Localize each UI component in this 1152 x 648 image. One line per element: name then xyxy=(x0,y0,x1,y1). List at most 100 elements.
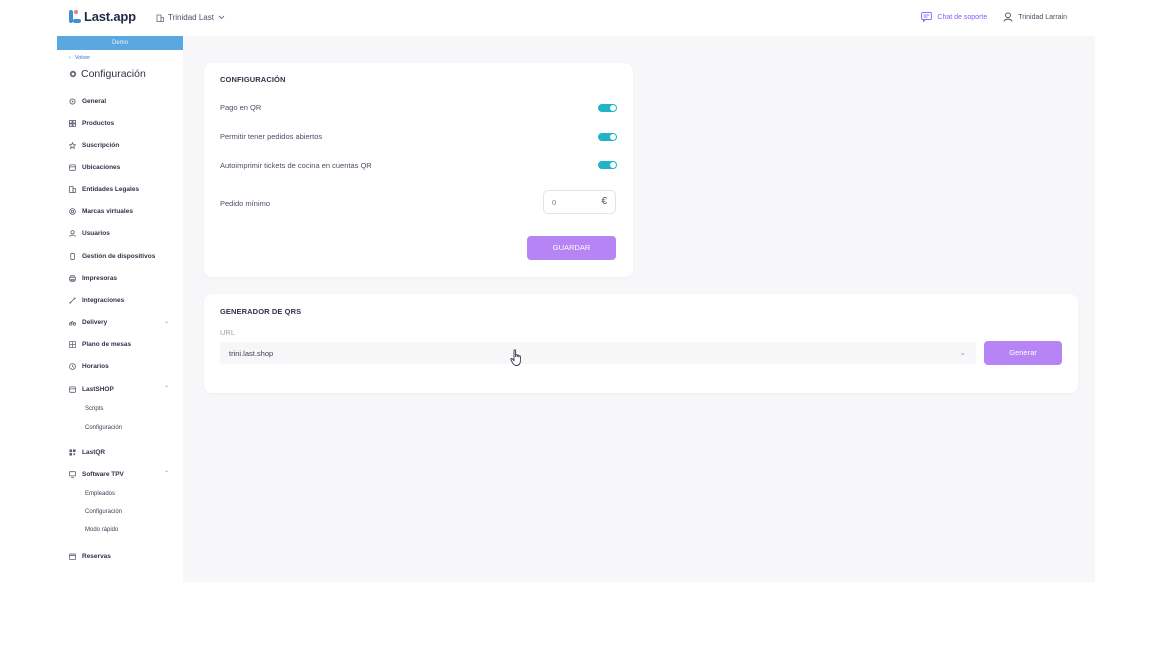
building-icon xyxy=(156,14,164,22)
sidebar-item-label: General xyxy=(82,97,107,105)
support-chat-button[interactable]: Chat de soporte xyxy=(921,12,987,22)
config-card-title: CONFIGURACIÓN xyxy=(220,75,286,84)
url-select-value: trini.last.shop xyxy=(229,349,274,358)
shop-icon xyxy=(69,385,76,393)
chevron-up-icon: ⌃ xyxy=(163,386,169,392)
gear-icon xyxy=(69,97,76,105)
sidebar-subitem-empleados[interactable]: Empleados xyxy=(85,491,115,497)
sidebar-item-label: Ubicaciones xyxy=(82,163,121,171)
euro-icon: € xyxy=(601,196,607,207)
grid-icon xyxy=(69,119,76,127)
table-icon xyxy=(69,340,76,348)
monitor-icon xyxy=(69,470,76,478)
sidebar-item-label: LastQR xyxy=(82,448,106,456)
sidebar-item-impresoras[interactable]: Impresoras xyxy=(69,272,169,284)
save-button[interactable]: GUARDAR xyxy=(527,236,616,260)
chevron-down-icon: ⌄ xyxy=(959,348,966,357)
chevron-left-icon: ‹ xyxy=(69,55,71,61)
sidebar-item-label: Plano de mesas xyxy=(82,340,132,348)
toggle-label-pago-qr: Pago en QR xyxy=(220,103,262,112)
org-name: Trinidad Last xyxy=(168,13,214,22)
sidebar-item-plano-mesas[interactable]: Plano de mesas xyxy=(69,338,169,350)
user-icon xyxy=(1003,12,1013,22)
sidebar-item-delivery[interactable]: Delivery ⌄ xyxy=(69,316,169,328)
url-label: URL xyxy=(220,328,236,337)
chevron-down-icon: ⌄ xyxy=(163,319,169,325)
sidebar-title-text: Configuración xyxy=(81,68,146,80)
qr-icon xyxy=(69,448,76,456)
support-label: Chat de soporte xyxy=(937,13,988,21)
back-label: Volver xyxy=(74,55,91,61)
qr-card-title: GENERADOR DE QRS xyxy=(220,307,302,316)
url-select[interactable]: trini.last.shop ⌄ xyxy=(220,342,976,364)
sidebar-item-label: Entidades Legales xyxy=(82,185,140,193)
printer-icon xyxy=(69,274,76,282)
top-right-actions: Chat de soporte Trinidad Larrain xyxy=(921,12,1067,22)
sidebar-item-label: Software TPV xyxy=(82,470,124,478)
device-icon xyxy=(70,252,75,260)
logo-mark-icon xyxy=(69,10,81,23)
gear-icon xyxy=(69,70,77,78)
qr-generator-card: GENERADOR DE QRS URL trini.last.shop ⌄ G… xyxy=(204,294,1078,393)
calendar-icon xyxy=(69,553,76,560)
sidebar-item-label: LastSHOP xyxy=(82,385,114,393)
user-menu[interactable]: Trinidad Larrain xyxy=(1003,12,1067,22)
org-selector[interactable]: Trinidad Last xyxy=(156,13,225,22)
sidebar-item-lastqr[interactable]: LastQR xyxy=(69,446,169,458)
min-order-value: 0 xyxy=(552,198,557,207)
config-card: CONFIGURACIÓN Pago en QR Permitir tener … xyxy=(204,63,633,277)
chevron-down-icon xyxy=(218,15,225,20)
sidebar: Demo ‹ Volver Configuración General Prod… xyxy=(57,36,183,582)
sidebar-item-usuarios[interactable]: Usuarios xyxy=(69,227,169,239)
sidebar-item-label: Suscripción xyxy=(82,141,120,149)
logo-text: Last.app xyxy=(84,9,136,24)
plug-icon xyxy=(69,296,76,304)
bike-icon xyxy=(69,320,76,326)
sidebar-item-general[interactable]: General xyxy=(69,95,169,107)
sidebar-subitem-tpv-config[interactable]: Configuración xyxy=(85,509,122,515)
min-order-label: Pedido mínimo xyxy=(220,199,271,208)
clock-icon xyxy=(69,362,76,370)
back-link[interactable]: ‹ Volver xyxy=(69,55,90,61)
sidebar-item-gestion-dispositivos[interactable]: Gestión de dispositivos xyxy=(69,250,169,262)
sidebar-item-label: Integraciones xyxy=(82,296,125,304)
sidebar-subitem-modo-rapido[interactable]: Modo rápido xyxy=(85,527,118,533)
sidebar-item-ubicaciones[interactable]: Ubicaciones xyxy=(69,161,169,173)
sidebar-item-suscripcion[interactable]: Suscripción xyxy=(69,139,169,151)
sidebar-item-label: Productos xyxy=(82,119,115,127)
top-bar: Last.app Trinidad Last Chat de soporte T… xyxy=(57,0,1095,36)
toggle-pago-qr[interactable] xyxy=(598,104,617,112)
sidebar-item-integraciones[interactable]: Integraciones xyxy=(69,294,169,306)
min-order-field[interactable]: 0 € xyxy=(543,190,616,214)
logo[interactable]: Last.app xyxy=(69,9,136,24)
sidebar-item-productos[interactable]: Productos xyxy=(69,117,169,129)
sidebar-subitem-scripts[interactable]: Scripts xyxy=(85,406,103,412)
sidebar-item-label: Usuarios xyxy=(82,229,110,237)
sidebar-item-label: Reservas xyxy=(82,552,111,560)
sidebar-item-lastshop[interactable]: LastSHOP ⌃ xyxy=(69,383,169,395)
building-icon xyxy=(69,185,76,193)
store-icon xyxy=(69,163,76,171)
sidebar-item-label: Delivery xyxy=(82,318,108,326)
sidebar-subitem-lastshop-config[interactable]: Configuración xyxy=(85,425,122,431)
sidebar-item-marcas-virtuales[interactable]: Marcas virtuales xyxy=(69,205,169,217)
chat-icon xyxy=(921,12,933,22)
sidebar-title: Configuración xyxy=(69,68,146,80)
toggle-label-pedidos-abiertos: Permitir tener pedidos abiertos xyxy=(220,132,323,141)
sidebar-item-label: Gestión de dispositivos xyxy=(82,252,156,260)
generate-button[interactable]: Generar xyxy=(984,341,1062,365)
user-name: Trinidad Larrain xyxy=(1018,13,1067,21)
sidebar-item-horarios[interactable]: Horarios xyxy=(69,360,169,372)
main-content: CONFIGURACIÓN Pago en QR Permitir tener … xyxy=(183,36,1095,582)
sidebar-item-label: Horarios xyxy=(82,362,109,370)
user-icon xyxy=(69,229,76,237)
star-icon xyxy=(69,141,76,149)
toggle-autoimprimir[interactable] xyxy=(598,161,617,169)
demo-banner: Demo xyxy=(57,36,183,50)
brand-icon xyxy=(69,207,76,215)
toggle-pedidos-abiertos[interactable] xyxy=(598,133,617,141)
sidebar-item-reservas[interactable]: Reservas xyxy=(69,550,169,562)
sidebar-item-software-tpv[interactable]: Software TPV ⌃ xyxy=(69,468,169,480)
sidebar-item-entidades-legales[interactable]: Entidades Legales xyxy=(69,183,169,195)
toggle-label-autoimprimir: Autoimprimir tickets de cocina en cuenta… xyxy=(220,161,372,170)
